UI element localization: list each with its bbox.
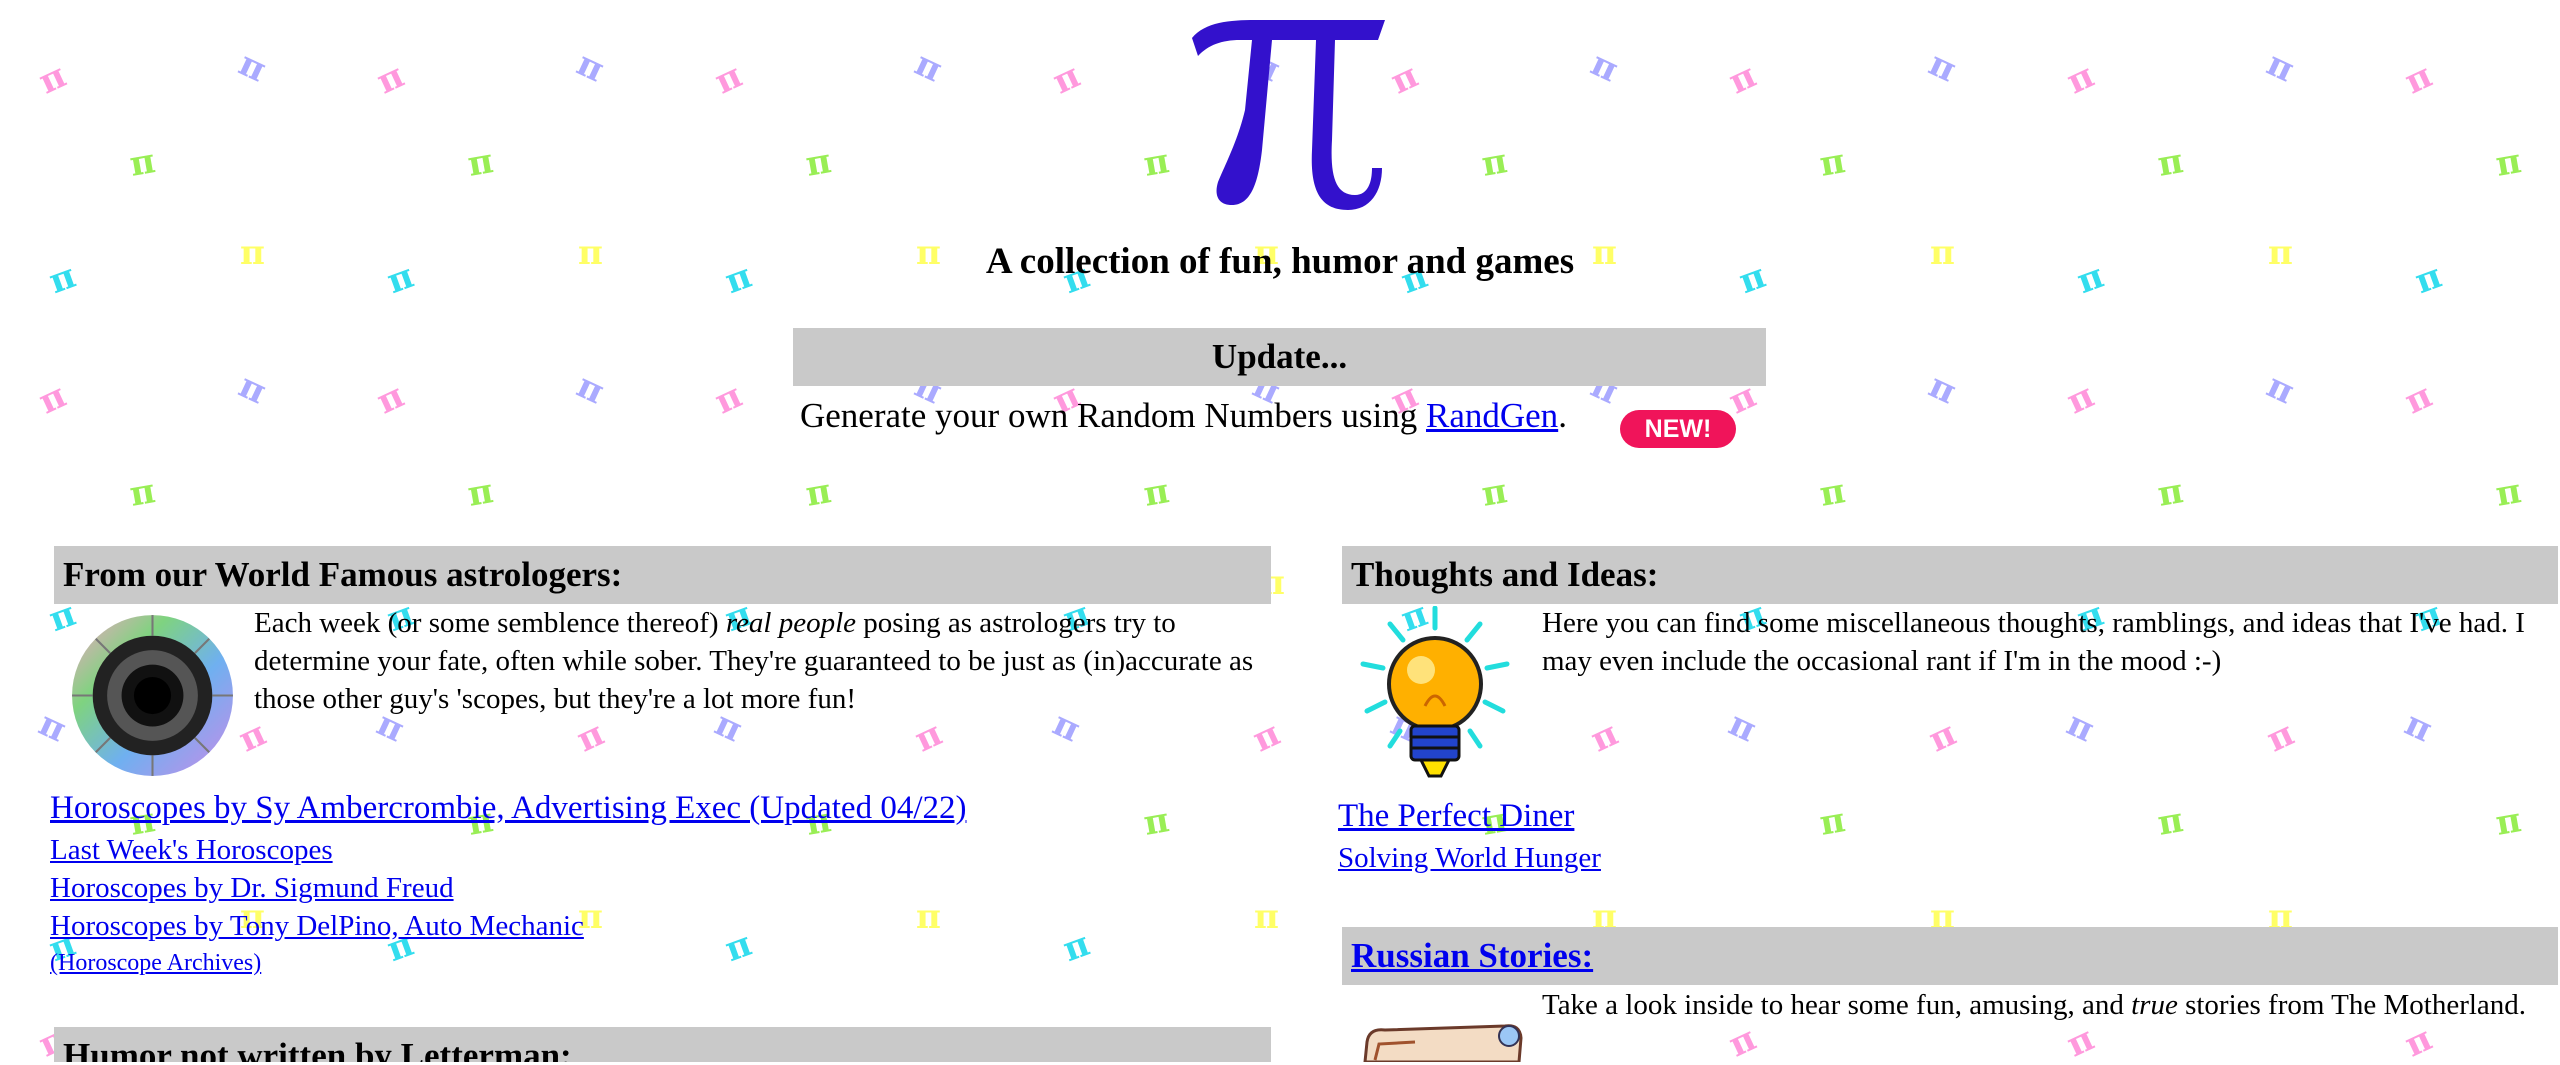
horoscopes-delpino-link[interactable]: Horoscopes by Tony DelPino, Auto Mechani… — [50, 910, 584, 943]
russian-intro: Take a look inside to hear some fun, amu… — [1542, 986, 2552, 1024]
russian-intro-start: Take a look inside to hear some fun, amu… — [1542, 989, 2132, 1021]
russian-intro-end: stories from The Motherland. — [2177, 989, 2527, 1021]
russian-stories-link[interactable]: Russian Stories: — [1351, 936, 1593, 975]
zodiac-wheel-icon — [72, 615, 233, 776]
astrologers-heading: From our World Famous astrologers: — [54, 546, 1271, 604]
scroll-icon — [1363, 1024, 1523, 1062]
astrologers-intro: Each week (or some semblence thereof) re… — [254, 604, 1264, 718]
astrologers-intro-emphasis: real people — [725, 607, 857, 639]
update-text-label: Generate your own Random Numbers using — [800, 396, 1418, 435]
russian-intro-emphasis: true — [2131, 989, 2178, 1021]
humor-heading: Humor not written by Letterman: — [54, 1027, 1271, 1062]
lightbulb-icon — [1360, 606, 1510, 778]
thoughts-intro: Here you can find some miscellaneous tho… — [1542, 607, 2525, 677]
new-badge: NEW! — [1620, 410, 1736, 448]
pi-logo-icon — [1192, 20, 1385, 210]
randgen-link[interactable]: RandGen — [1426, 396, 1558, 435]
russian-heading: Russian Stories: — [1342, 927, 2558, 985]
update-heading: Update... — [793, 328, 1766, 386]
astrologers-intro-start: Each week (or some semblence thereof) — [254, 607, 726, 639]
update-text: Generate your own Random Numbers using R… — [800, 396, 1567, 436]
last-week-horoscopes-link[interactable]: Last Week's Horoscopes — [50, 834, 333, 867]
perfect-diner-link[interactable]: The Perfect Diner — [1338, 798, 1574, 835]
page-tagline: A collection of fun, humor and games — [985, 241, 1575, 282]
thoughts-heading: Thoughts and Ideas: — [1342, 546, 2558, 604]
update-text-period: . — [1558, 396, 1567, 435]
horoscopes-freud-link[interactable]: Horoscopes by Dr. Sigmund Freud — [50, 872, 454, 905]
horoscope-archives-link[interactable]: (Horoscope Archives) — [50, 950, 261, 977]
horoscopes-sy-ambercrombie-link[interactable]: Horoscopes by Sy Ambercrombie, Advertisi… — [50, 790, 966, 827]
solving-world-hunger-link[interactable]: Solving World Hunger — [1338, 842, 1601, 875]
